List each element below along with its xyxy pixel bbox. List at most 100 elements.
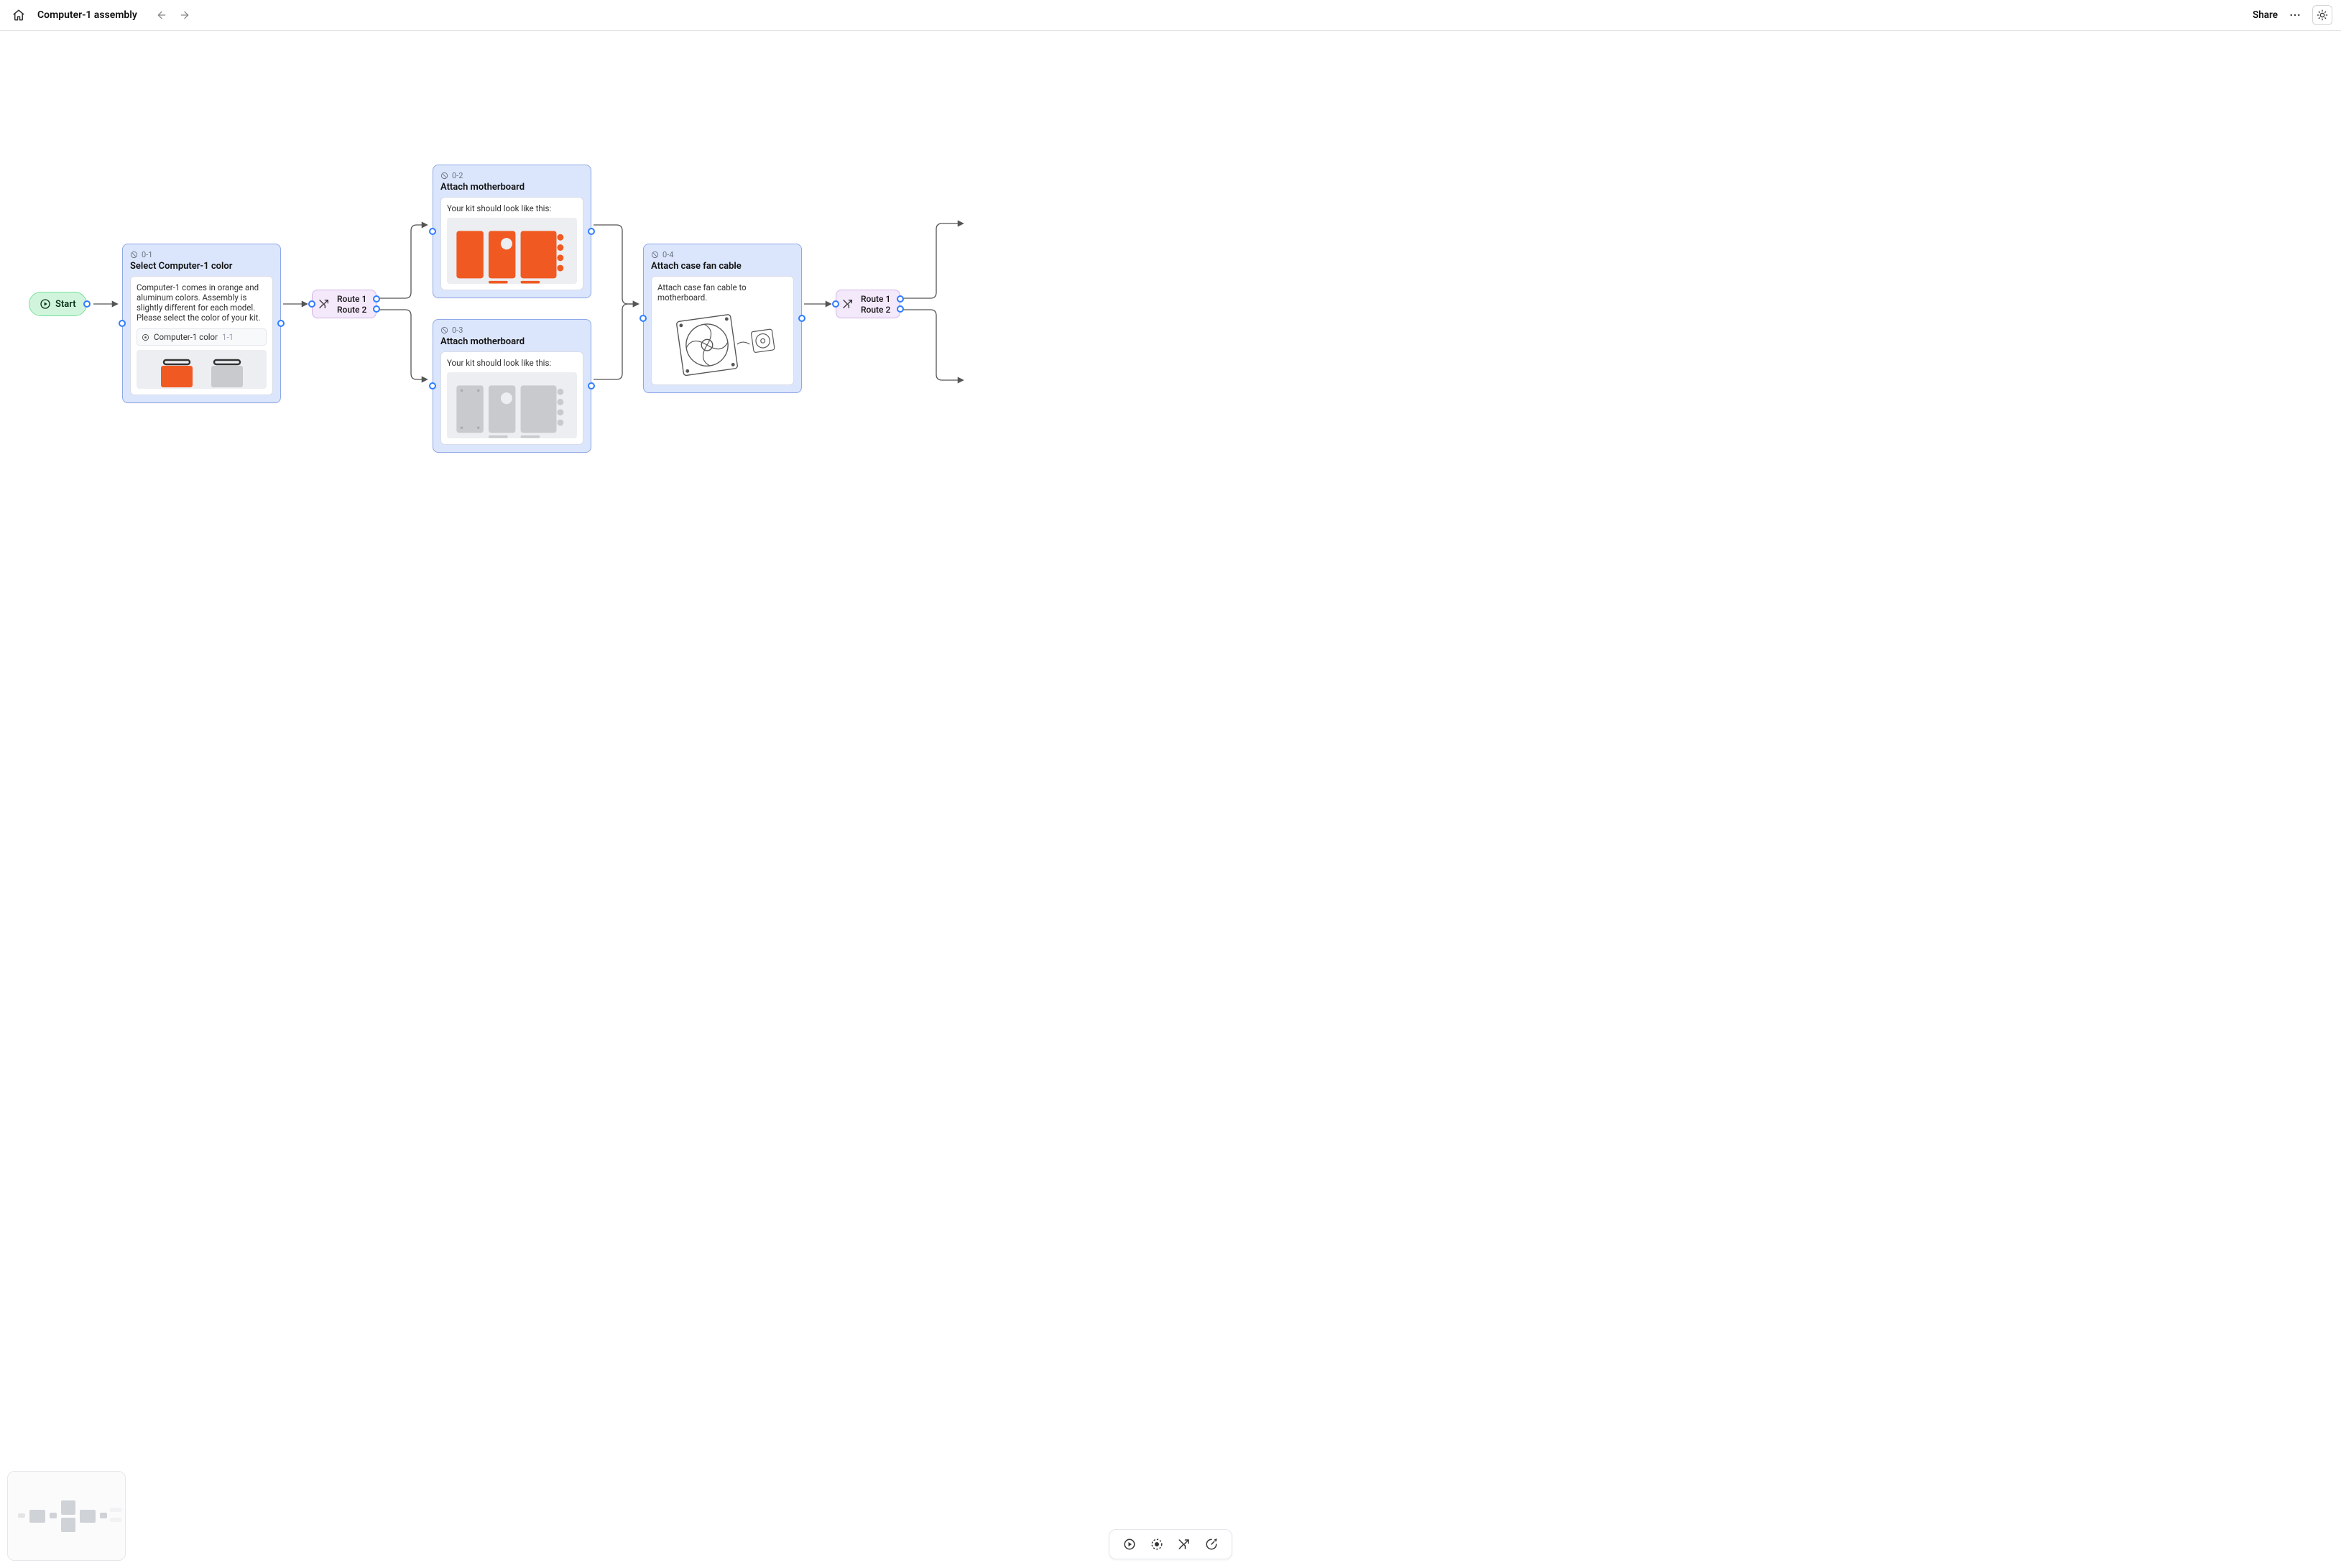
port-in[interactable] bbox=[832, 300, 839, 308]
minimap-node bbox=[110, 1518, 121, 1522]
node-body: Your kit should look like this: bbox=[440, 351, 583, 445]
arrow-right-icon bbox=[179, 9, 190, 21]
ellipsis-icon bbox=[2289, 9, 2301, 22]
add-router-tool[interactable] bbox=[1177, 1537, 1191, 1551]
route-2-label: Route 2 bbox=[861, 305, 890, 315]
port-out-1[interactable] bbox=[897, 295, 904, 303]
back-button[interactable] bbox=[152, 5, 172, 25]
node-id: 0-3 bbox=[452, 326, 463, 335]
step-dashed-icon bbox=[1150, 1538, 1163, 1551]
node-meta: 0-4 bbox=[651, 250, 794, 259]
port-in[interactable] bbox=[429, 382, 436, 389]
node-body-text: Your kit should look like this: bbox=[447, 203, 551, 213]
history-nav bbox=[152, 5, 195, 25]
router-node-1[interactable]: Route 1 Route 2 bbox=[312, 290, 377, 318]
home-icon bbox=[12, 9, 25, 22]
case-orange-icon bbox=[155, 357, 198, 389]
port-out-1[interactable] bbox=[373, 295, 380, 303]
node-meta: 0-2 bbox=[440, 171, 583, 180]
forward-button[interactable] bbox=[175, 5, 195, 25]
step-icon bbox=[130, 251, 138, 259]
more-button[interactable] bbox=[2285, 5, 2305, 25]
add-timer-tool[interactable] bbox=[1204, 1537, 1219, 1551]
split-icon bbox=[318, 298, 330, 310]
route-1-label: Route 1 bbox=[861, 294, 890, 304]
theme-toggle[interactable] bbox=[2312, 5, 2332, 25]
node-id: 0-2 bbox=[452, 171, 463, 180]
route-1-label: Route 1 bbox=[337, 294, 366, 304]
tag-code: 1-1 bbox=[222, 332, 234, 342]
node-meta: 0-3 bbox=[440, 326, 583, 335]
node-thumbnail bbox=[447, 218, 577, 284]
node-body: Computer-1 comes in orange and aluminum … bbox=[130, 276, 273, 395]
minimap-node bbox=[61, 1518, 75, 1532]
node-title: Select Computer-1 color bbox=[130, 261, 273, 272]
port-in[interactable] bbox=[639, 315, 647, 322]
split-icon bbox=[1178, 1538, 1191, 1551]
step-icon bbox=[440, 172, 448, 180]
circle-dot-icon bbox=[142, 333, 149, 341]
node-body: Your kit should look like this: bbox=[440, 197, 583, 290]
node-body-text: Computer-1 comes in orange and aluminum … bbox=[137, 282, 260, 323]
top-bar-left: Computer-1 assembly bbox=[9, 5, 195, 25]
node-id: 0-4 bbox=[662, 250, 673, 259]
port-out[interactable] bbox=[83, 300, 91, 308]
play-circle-icon bbox=[40, 298, 51, 310]
node-thumbnail bbox=[657, 307, 788, 379]
minimap-node bbox=[100, 1513, 107, 1518]
node-body-text: Attach case fan cable to motherboard. bbox=[657, 282, 747, 303]
share-button[interactable]: Share bbox=[2253, 9, 2278, 21]
split-icon bbox=[842, 298, 854, 310]
bottom-toolbar bbox=[1109, 1529, 1232, 1559]
node-id: 0-1 bbox=[142, 250, 152, 259]
node-meta: 0-1 bbox=[130, 250, 273, 259]
parts-orange-icon bbox=[453, 225, 571, 284]
case-aluminum-icon bbox=[206, 357, 249, 389]
router-node-2[interactable]: Route 1 Route 2 bbox=[836, 290, 900, 318]
node-body-text: Your kit should look like this: bbox=[447, 358, 551, 368]
node-attach-motherboard-aluminum[interactable]: 0-3 Attach motherboard Your kit should l… bbox=[433, 319, 591, 453]
port-in[interactable] bbox=[119, 320, 126, 327]
gauge-icon bbox=[1205, 1538, 1218, 1551]
minimap-node bbox=[61, 1500, 75, 1515]
minimap[interactable] bbox=[7, 1471, 126, 1561]
top-bar-right: Share bbox=[2253, 5, 2332, 25]
minimap-node bbox=[50, 1513, 57, 1518]
home-button[interactable] bbox=[9, 5, 29, 25]
port-out-2[interactable] bbox=[373, 305, 380, 313]
port-in[interactable] bbox=[308, 300, 315, 308]
node-title: Attach motherboard bbox=[440, 336, 583, 347]
node-thumbnail bbox=[137, 350, 267, 389]
port-out[interactable] bbox=[277, 320, 285, 327]
port-out[interactable] bbox=[798, 315, 805, 322]
port-out[interactable] bbox=[588, 382, 595, 389]
port-out[interactable] bbox=[588, 228, 595, 235]
add-step-tool[interactable] bbox=[1150, 1537, 1164, 1551]
flow-edges bbox=[0, 31, 2341, 1568]
start-node-label: Start bbox=[55, 299, 76, 310]
node-title: Attach case fan cable bbox=[651, 261, 794, 272]
minimap-node bbox=[18, 1513, 25, 1518]
port-in[interactable] bbox=[429, 228, 436, 235]
port-out-2[interactable] bbox=[897, 305, 904, 313]
fan-diagram-icon bbox=[663, 310, 782, 379]
start-node[interactable]: Start bbox=[29, 292, 87, 316]
node-thumbnail bbox=[447, 372, 577, 438]
node-attach-fan-cable[interactable]: 0-4 Attach case fan cable Attach case fa… bbox=[643, 244, 802, 393]
step-icon bbox=[440, 326, 448, 334]
tag-label: Computer-1 color bbox=[154, 332, 218, 342]
node-body: Attach case fan cable to motherboard. bbox=[651, 276, 794, 385]
node-attach-motherboard-orange[interactable]: 0-2 Attach motherboard Your kit should l… bbox=[433, 165, 591, 298]
add-start-tool[interactable] bbox=[1122, 1537, 1137, 1551]
node-select-color[interactable]: 0-1 Select Computer-1 color Computer-1 c… bbox=[122, 244, 281, 403]
arrow-left-icon bbox=[156, 9, 167, 21]
route-2-label: Route 2 bbox=[337, 305, 366, 315]
minimap-node bbox=[29, 1510, 45, 1523]
parts-aluminum-icon bbox=[453, 379, 571, 438]
variant-selector[interactable]: Computer-1 color 1-1 bbox=[137, 328, 267, 346]
node-title: Attach motherboard bbox=[440, 182, 583, 193]
minimap-node bbox=[110, 1508, 121, 1512]
top-bar: Computer-1 assembly Share bbox=[0, 0, 2341, 31]
step-icon bbox=[651, 251, 659, 259]
canvas[interactable]: Start 0-1 Select Computer-1 color Comput… bbox=[0, 31, 2341, 1568]
